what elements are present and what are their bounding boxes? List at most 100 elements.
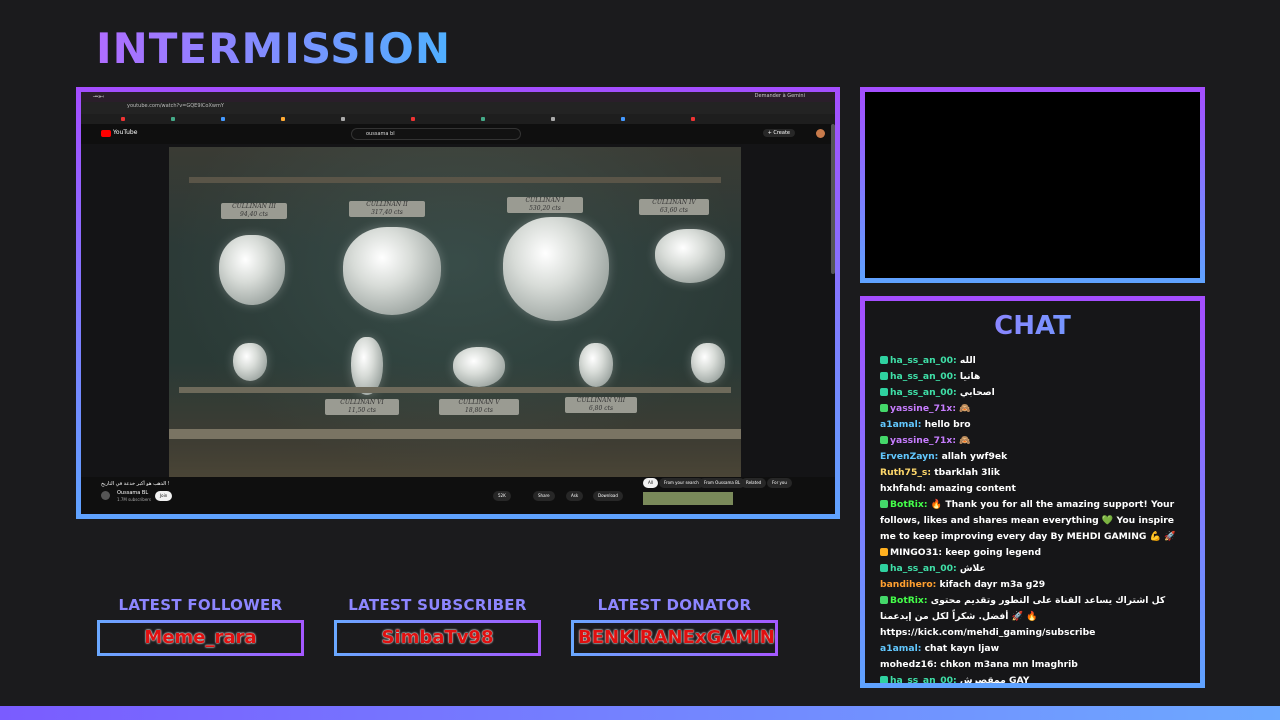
chip-all[interactable]: All (643, 478, 658, 488)
search-query[interactable]: oussama bl (366, 131, 395, 137)
plaque: CULLINAN VIII 6,80 cts (565, 397, 637, 413)
bookmark-icon[interactable] (121, 117, 125, 121)
chat-text: هانيا (959, 371, 981, 382)
plaque: CULLINAN VI 11,50 cts (325, 399, 399, 415)
chat-message: ha_ss_an_00: ممقصرش GAY (880, 673, 1186, 683)
chat-username: ha_ss_an_00: (890, 355, 957, 366)
chat-text: 🙈 (959, 403, 971, 414)
bookmark-icon[interactable] (551, 117, 555, 121)
chip-from-your-search[interactable]: From your search (659, 478, 704, 488)
channel-subscribers: 1.7M subscribers (117, 497, 152, 502)
display-case-edge (189, 177, 721, 183)
chat-message: MINGO31: keep going legend (880, 545, 1186, 561)
channel-name[interactable]: Oussama BL (117, 490, 148, 496)
chat-panel: CHAT ha_ss_an_00: الله ha_ss_an_00: هانيا… (865, 301, 1200, 683)
chat-badge-icon (880, 596, 888, 604)
latest-follower-box: Meme_rara (97, 620, 304, 656)
chat-badge-icon (880, 500, 888, 508)
browser-tab[interactable]: يـوسـ (93, 93, 104, 99)
bookmark-icon[interactable] (621, 117, 625, 121)
bookmark-icon[interactable] (281, 117, 285, 121)
join-button[interactable]: Join (155, 491, 173, 501)
bottom-accent-bar (0, 706, 1280, 720)
bookmarks-bar[interactable] (81, 114, 835, 124)
chat-badge-icon (880, 436, 888, 444)
webcam-area (865, 92, 1200, 278)
share-button[interactable]: Share (533, 491, 555, 501)
diamond (655, 229, 725, 283)
chat-text: kifach dayr m3a g29 (939, 579, 1046, 590)
plaque: CULLINAN I 530,20 cts (507, 197, 583, 213)
latest-donator-name: BENKIRANExGAMING (578, 627, 778, 648)
avatar[interactable] (816, 129, 825, 138)
plaque: CULLINAN IV 63,60 cts (639, 199, 709, 215)
chat-username: yassine_71x: (890, 403, 957, 414)
chat-username: BotRix: (890, 499, 928, 510)
chat-badge-icon (880, 676, 888, 683)
screen-capture-frame: يـوسـ Demander à Gemini youtube.com/watc… (76, 87, 840, 519)
chat-text: 🙈 (959, 435, 971, 446)
channel-avatar[interactable] (101, 491, 110, 500)
latest-donator-label: LATEST DONATOR (597, 596, 752, 614)
download-button[interactable]: Download (593, 491, 623, 501)
chat-badge-icon (880, 548, 888, 556)
ask-button[interactable]: Ask (566, 491, 584, 501)
latest-follower-name: Meme_rara (144, 627, 257, 648)
chat-title: CHAT (865, 311, 1200, 341)
recommended-thumbnail[interactable] (643, 492, 733, 505)
diamond (453, 347, 505, 387)
chat-username: ha_ss_an_00: (890, 371, 957, 382)
chat-text: علاش (959, 563, 986, 574)
chat-message: ErvenZayn: allah ywf9ek (880, 449, 1186, 465)
youtube-logo-icon[interactable] (101, 130, 111, 137)
bookmark-icon[interactable] (171, 117, 175, 121)
like-button[interactable]: 52K (493, 491, 511, 501)
chat-message: a1amal: chat kayn ljaw (880, 641, 1186, 657)
chat-message-list: ha_ss_an_00: الله ha_ss_an_00: هانيا ha_ss… (880, 353, 1186, 683)
plaque: CULLINAN III 94,40 cts (221, 203, 287, 219)
chat-username: MINGO31: (890, 547, 943, 558)
youtube-search-input[interactable]: oussama bl (351, 128, 521, 140)
address-bar[interactable]: youtube.com/watch?v=GQE9lCoXwmY (81, 102, 835, 114)
chat-message: mohedz16: chkon m3ana mn lmaghrib (880, 657, 1186, 673)
chat-text: amazing content (929, 483, 1016, 494)
chat-username: yassine_71x: (890, 435, 957, 446)
chip-from-oussama-bl[interactable]: From Oussama BL (699, 478, 746, 488)
webcam-frame (860, 87, 1205, 283)
create-button[interactable]: + Create (762, 129, 795, 137)
scrollbar[interactable] (831, 124, 835, 274)
diamond (503, 217, 609, 321)
chip-for-you[interactable]: For you (767, 478, 792, 488)
chat-username: a1amal: (880, 643, 922, 654)
video-player[interactable]: CULLINAN III 94,40 cts CULLINAN II 317,40 … (169, 147, 741, 477)
bookmark-icon[interactable] (411, 117, 415, 121)
bookmark-icon[interactable] (341, 117, 345, 121)
chat-username: mohedz16: (880, 659, 938, 670)
plaque: CULLINAN V 18,80 cts (439, 399, 519, 415)
diamond (579, 343, 613, 387)
youtube-logo-text[interactable]: YouTube (113, 129, 137, 136)
chat-text: hello bro (924, 419, 971, 430)
chat-username: hxhfahd: (880, 483, 926, 494)
chat-message: yassine_71x: 🙈 (880, 401, 1186, 417)
video-title: الذهب هو أكبر خدعة في التاريخ ! (101, 481, 170, 487)
chat-message: ha_ss_an_00: هانيا (880, 369, 1186, 385)
bookmark-icon[interactable] (221, 117, 225, 121)
chat-message: bandihero: kifach dayr m3a g29 (880, 577, 1186, 593)
bookmark-icon[interactable] (691, 117, 695, 121)
latest-donator-box: BENKIRANExGAMING (571, 620, 778, 656)
chat-badge-icon (880, 372, 888, 380)
youtube-header: YouTube oussama bl + Create (81, 124, 835, 144)
diamond (233, 343, 267, 381)
chip-related[interactable]: Related (741, 478, 767, 488)
url-text[interactable]: youtube.com/watch?v=GQE9lCoXwmY (127, 103, 224, 109)
diamond (343, 227, 441, 315)
chat-message: BotRix: 🔥 Thank you for all the amazing … (880, 497, 1186, 545)
gemini-button[interactable]: Demander à Gemini (755, 93, 805, 99)
chat-message: hxhfahd: amazing content (880, 481, 1186, 497)
latest-subscriber-box: SimbaTv98 (334, 620, 541, 656)
browser-tab-bar[interactable]: يـوسـ Demander à Gemini (81, 92, 835, 102)
bookmark-icon[interactable] (481, 117, 485, 121)
intermission-title: INTERMISSION (96, 24, 451, 73)
chat-text: الله (959, 355, 976, 366)
